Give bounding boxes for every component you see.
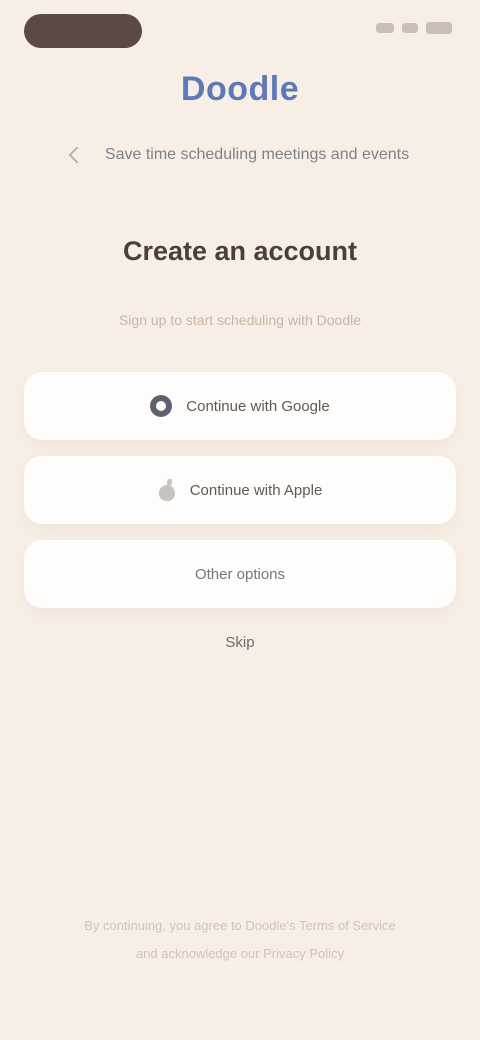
app-logo: Doodle	[180, 70, 300, 108]
other-options-label: Other options	[194, 565, 286, 583]
other-options-button[interactable]: Other options	[24, 540, 456, 608]
battery-icon	[426, 22, 452, 34]
continue-with-google-button[interactable]: Continue with Google	[24, 372, 456, 440]
page-title: Create an account	[122, 236, 358, 266]
google-button-label: Continue with Google	[186, 397, 330, 415]
dynamic-island	[24, 14, 142, 48]
apple-icon	[158, 479, 176, 501]
legal-footer: By continuing, you agree to Doodle's Ter…	[48, 912, 432, 968]
status-bar	[0, 0, 480, 60]
status-icons	[376, 22, 452, 34]
signal-icon	[376, 23, 394, 33]
legal-line-1[interactable]: By continuing, you agree to Doodle's Ter…	[48, 912, 432, 940]
tagline: Save time scheduling meetings and events	[104, 146, 410, 163]
tagline-bar: Save time scheduling meetings and events	[40, 142, 440, 168]
legal-line-2[interactable]: and acknowledge our Privacy Policy	[48, 940, 432, 968]
chevron-left-icon[interactable]	[68, 146, 86, 164]
apple-button-label: Continue with Apple	[189, 481, 323, 499]
google-icon	[150, 395, 173, 417]
skip-link[interactable]: Skip	[0, 634, 480, 651]
page-subtitle: Sign up to start scheduling with Doodle	[118, 312, 362, 328]
continue-with-apple-button[interactable]: Continue with Apple	[24, 456, 456, 524]
wifi-icon	[402, 23, 418, 33]
